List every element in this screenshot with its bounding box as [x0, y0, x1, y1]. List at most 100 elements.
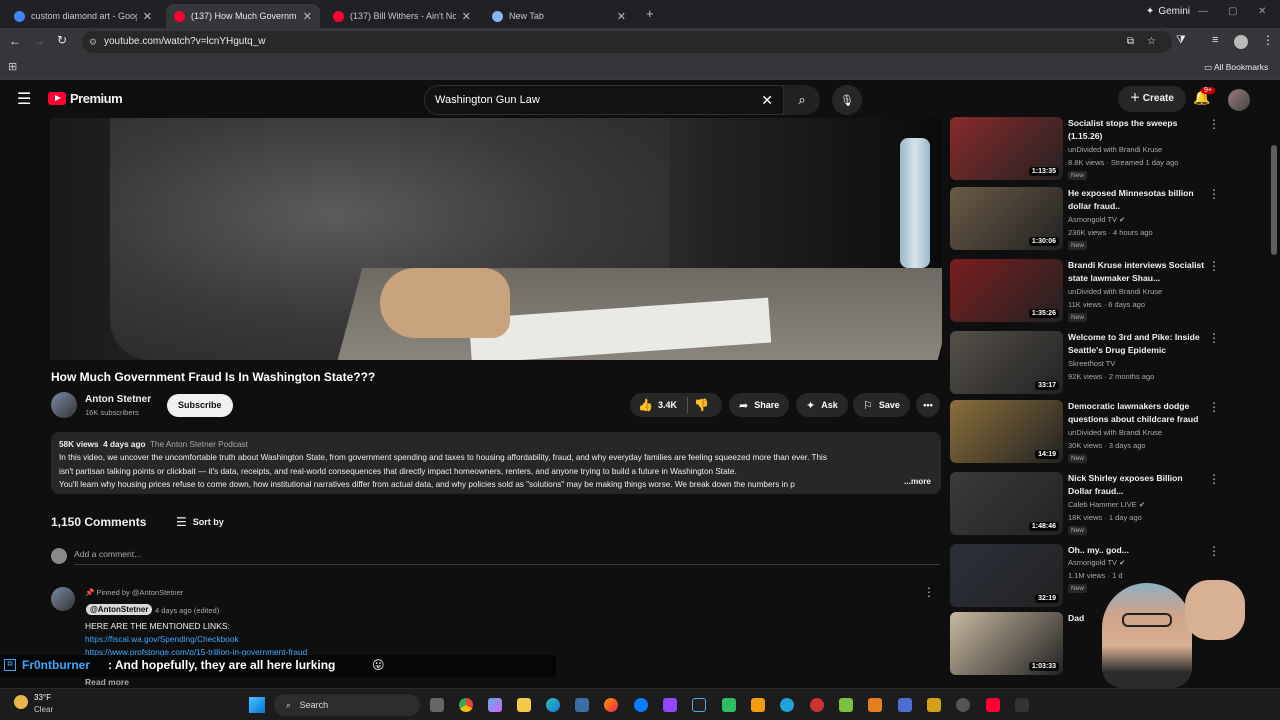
app-icon[interactable]: [810, 698, 824, 712]
sort-by-button[interactable]: ☰ Sort by: [176, 515, 224, 529]
close-tab-icon[interactable]: ✕: [617, 10, 626, 23]
related-video-item[interactable]: 1:13:35 Socialist stops the sweeps (1.15.…: [950, 117, 1250, 183]
notifications-button[interactable]: 🔔 9+: [1193, 87, 1215, 107]
related-video-item[interactable]: 1:30:06 He exposed Minnesotas billion dol…: [950, 187, 1250, 253]
gemini-button[interactable]: ✦ Gemini: [1146, 6, 1190, 17]
site-info-icon[interactable]: ⚙: [89, 31, 97, 53]
close-tab-icon[interactable]: ✕: [143, 10, 152, 23]
new-tab-button[interactable]: +: [646, 6, 654, 21]
video-thumbnail[interactable]: 1:48:46: [950, 472, 1063, 535]
comment-author-badge[interactable]: @AntonStetner: [86, 604, 153, 615]
app-icon[interactable]: [868, 698, 882, 712]
share-button[interactable]: ➦ Share: [729, 393, 790, 417]
show-more-link[interactable]: ...more: [904, 475, 931, 488]
save-button[interactable]: ⚐ Save: [853, 393, 910, 417]
related-video-title[interactable]: Democratic lawmakers dodge questions abo…: [1068, 400, 1208, 426]
media-control-icon[interactable]: ≡: [1212, 34, 1218, 46]
minimize-button[interactable]: —: [1198, 6, 1208, 17]
video-options-icon[interactable]: ⋮: [1208, 259, 1220, 273]
scrollbar[interactable]: [1271, 145, 1277, 255]
browser-tab[interactable]: (137) How Much Government F ✕: [166, 4, 320, 28]
video-thumbnail[interactable]: 1:35:26: [950, 259, 1063, 322]
task-view-icon[interactable]: [430, 698, 444, 712]
search-button[interactable]: ⌕: [784, 85, 820, 115]
video-thumbnail[interactable]: 14:19: [950, 400, 1063, 463]
messenger-icon[interactable]: [634, 698, 648, 712]
related-video-title[interactable]: Oh.. my.. god...: [1068, 544, 1208, 557]
store-icon[interactable]: [575, 698, 589, 712]
youtube-logo[interactable]: Premium: [48, 91, 123, 106]
related-video-channel[interactable]: unDivided with Brandi Kruse: [1068, 428, 1162, 437]
video-options-icon[interactable]: ⋮: [1208, 117, 1220, 131]
maximize-button[interactable]: ▢: [1228, 6, 1237, 17]
app-icon[interactable]: [839, 698, 853, 712]
related-video-title[interactable]: Socialist stops the sweeps (1.15.26): [1068, 117, 1208, 143]
app-icon[interactable]: [692, 698, 706, 712]
taskbar-search[interactable]: ⌕ Search: [274, 694, 420, 716]
video-thumbnail[interactable]: 1:03:33: [950, 612, 1063, 675]
app-icon[interactable]: [956, 698, 970, 712]
subscribe-button[interactable]: Subscribe: [167, 394, 233, 417]
video-options-icon[interactable]: ⋮: [1208, 544, 1220, 558]
app-icon[interactable]: [898, 698, 912, 712]
like-button[interactable]: 👍 3.4K: [638, 398, 677, 412]
close-window-button[interactable]: ✕: [1258, 6, 1266, 17]
all-bookmarks-button[interactable]: ▭ All Bookmarks: [1204, 62, 1268, 73]
related-video-title[interactable]: He exposed Minnesotas billion dollar fra…: [1068, 187, 1208, 213]
copilot-icon[interactable]: [488, 698, 502, 712]
add-comment-input[interactable]: Add a comment...: [74, 549, 141, 559]
edge-icon[interactable]: [546, 698, 560, 712]
video-thumbnail[interactable]: 32:19: [950, 544, 1063, 607]
podcast-tag[interactable]: The Anton Stetner Podcast: [150, 440, 248, 449]
account-avatar[interactable]: [1228, 89, 1250, 111]
related-video-channel[interactable]: Caleb Hammer LIVE ✔: [1068, 500, 1145, 509]
comment-link[interactable]: https://fiscal.wa.gov/Spending/Checkbook: [85, 634, 239, 644]
browser-tab[interactable]: New Tab ✕: [484, 4, 634, 28]
profile-avatar[interactable]: [1234, 35, 1248, 49]
browser-menu-icon[interactable]: ⋮: [1262, 33, 1274, 47]
chrome-icon[interactable]: [459, 698, 473, 712]
related-video-item[interactable]: 1:48:46 Nick Shirley exposes Billion Doll…: [950, 472, 1250, 538]
related-video-item[interactable]: 1:35:26 Brandi Kruse interviews Socialist…: [950, 259, 1250, 325]
extensions-icon[interactable]: ⧩: [1176, 34, 1186, 47]
apps-grid-icon[interactable]: ⊞: [8, 60, 17, 73]
clear-search-icon[interactable]: ✕: [761, 86, 773, 114]
start-icon[interactable]: [249, 697, 265, 713]
close-tab-icon[interactable]: ✕: [303, 10, 312, 23]
ask-button[interactable]: ✦ Ask: [796, 393, 848, 417]
app-icon[interactable]: [663, 698, 677, 712]
comment-author-avatar[interactable]: [51, 587, 75, 611]
more-actions-button[interactable]: •••: [916, 393, 940, 417]
comment-time[interactable]: 4 days ago (edited): [155, 606, 219, 615]
related-video-channel[interactable]: Asmongold TV ✔: [1068, 215, 1125, 224]
dislike-button[interactable]: 👎: [694, 398, 709, 412]
channel-name[interactable]: Anton Stetner: [85, 394, 151, 405]
related-video-item[interactable]: 14:19 Democratic lawmakers dodge question…: [950, 400, 1250, 466]
search-input[interactable]: Washington Gun Law ✕: [424, 85, 784, 115]
video-thumbnail[interactable]: 1:30:06: [950, 187, 1063, 250]
app-icon[interactable]: [722, 698, 736, 712]
reload-icon[interactable]: ↻: [57, 33, 67, 47]
video-options-icon[interactable]: ⋮: [1208, 472, 1220, 486]
forward-icon[interactable]: →: [33, 34, 45, 48]
related-video-channel[interactable]: Asmongold TV ✔: [1068, 558, 1125, 567]
comment-options-icon[interactable]: ⋮: [923, 585, 935, 599]
description-box[interactable]: 58K views 4 days ago The Anton Stetner P…: [51, 432, 941, 494]
video-options-icon[interactable]: ⋮: [1208, 331, 1220, 345]
related-video-item[interactable]: 33:17 Welcome to 3rd and Pike: Inside Sea…: [950, 331, 1250, 397]
video-thumbnail[interactable]: 1:13:35: [950, 117, 1063, 180]
bookmark-star-icon[interactable]: ☆: [1147, 31, 1156, 53]
firefox-icon[interactable]: [604, 698, 618, 712]
video-options-icon[interactable]: ⋮: [1208, 400, 1220, 414]
related-video-title[interactable]: Nick Shirley exposes Billion Dollar frau…: [1068, 472, 1208, 498]
voice-search-button[interactable]: 🎙: [832, 85, 862, 115]
app-icon[interactable]: [780, 698, 794, 712]
channel-avatar[interactable]: [51, 392, 77, 418]
read-more-link[interactable]: Read more: [85, 677, 129, 687]
file-explorer-icon[interactable]: [517, 698, 531, 712]
video-player[interactable]: [50, 118, 942, 360]
youtube-taskbar-icon[interactable]: [986, 698, 1000, 712]
browser-tab[interactable]: (137) Bill Withers - Ain't No Sun ✕: [325, 4, 479, 28]
video-thumbnail[interactable]: 33:17: [950, 331, 1063, 394]
related-video-title[interactable]: Brandi Kruse interviews Socialist state …: [1068, 259, 1208, 285]
